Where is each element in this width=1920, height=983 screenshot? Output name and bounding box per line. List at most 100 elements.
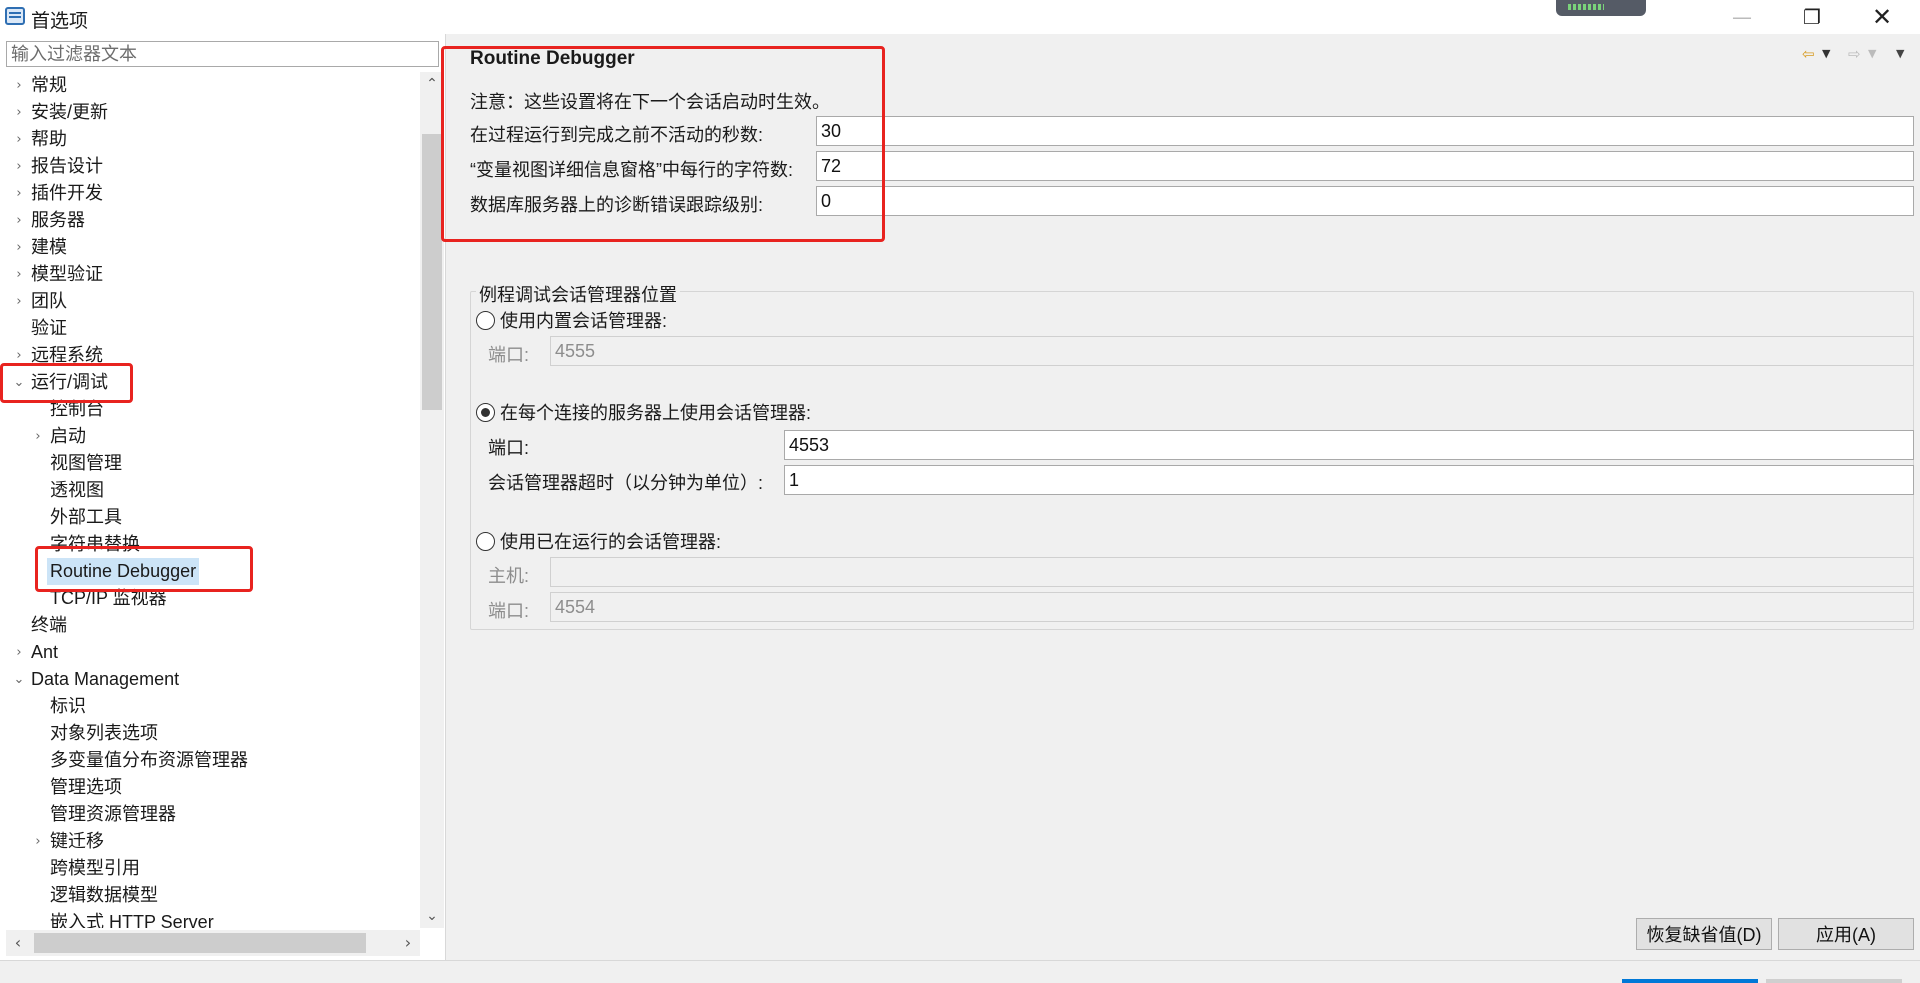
close-button[interactable]: ✕	[1854, 0, 1910, 34]
tree-item-label: 透视图	[50, 480, 104, 500]
trace-level-label: 数据库服务器上的诊断错误跟踪级别:	[470, 195, 763, 215]
scroll-right-icon[interactable]: ›	[396, 930, 420, 956]
tree-item[interactable]: 管理资源管理器	[0, 801, 420, 828]
expand-arrow-icon[interactable]: ›	[12, 639, 26, 666]
tree-item[interactable]: ⌄ Data Management	[0, 666, 420, 693]
tree-item[interactable]: 验证	[0, 315, 420, 342]
running-host-input[interactable]	[550, 557, 1914, 587]
tree-item-label: 常规	[31, 75, 67, 95]
tree-item[interactable]: 外部工具	[0, 504, 420, 531]
expand-arrow-icon[interactable]: ›	[31, 423, 45, 450]
tree-item[interactable]: 标识	[0, 693, 420, 720]
forward-arrow-icon[interactable]: ⇨	[1848, 42, 1861, 66]
tree-vertical-scrollbar[interactable]: ⌃ ⌄	[420, 72, 444, 928]
tree-item[interactable]: 视图管理	[0, 450, 420, 477]
collapse-arrow-icon[interactable]: ⌄	[12, 666, 26, 693]
tree-item[interactable]: 控制台	[0, 396, 420, 423]
trace-level-input[interactable]	[816, 186, 1914, 216]
tree-item[interactable]: › 服务器	[0, 207, 420, 234]
scroll-up-icon[interactable]: ⌃	[420, 72, 444, 96]
builtin-radio[interactable]	[476, 311, 495, 330]
tree-item-label: Data Management	[31, 669, 180, 689]
view-menu-icon[interactable]: ▼	[1896, 42, 1904, 66]
tree-item[interactable]: › 插件开发	[0, 180, 420, 207]
bottom-secondary-button-edge[interactable]	[1766, 979, 1902, 983]
tree-item[interactable]: › 安装/更新	[0, 99, 420, 126]
restart-note: 注意：这些设置将在下一个会话启动时生效。	[470, 92, 830, 112]
bottom-primary-button-edge[interactable]	[1622, 979, 1758, 983]
tree-item[interactable]: › 启动	[0, 423, 420, 450]
tree-item[interactable]: › 帮助	[0, 126, 420, 153]
title-bar: 首选项 — ❐ ✕	[0, 0, 1920, 34]
tree-item[interactable]: 嵌入式 HTTP Server	[0, 909, 420, 928]
session-timeout-input[interactable]	[784, 465, 1914, 495]
tree-item[interactable]: 逻辑数据模型	[0, 882, 420, 909]
tree-item[interactable]: 终端	[0, 612, 420, 639]
restore-defaults-button[interactable]: 恢复缺省值(D)	[1636, 918, 1772, 950]
tree-item-label: 对象列表选项	[50, 723, 158, 743]
window-title: 首选项	[31, 11, 89, 32]
tree-item[interactable]: › 团队	[0, 288, 420, 315]
expand-arrow-icon[interactable]: ›	[12, 207, 26, 234]
expand-arrow-icon[interactable]: ›	[12, 288, 26, 315]
back-arrow-icon[interactable]: ⇦	[1802, 42, 1815, 66]
forward-history-dropdown-icon[interactable]: ▼	[1868, 42, 1876, 66]
builtin-port-input[interactable]	[550, 336, 1914, 366]
tree-item-label: 视图管理	[50, 453, 122, 473]
filter-input[interactable]	[6, 41, 439, 67]
apply-button[interactable]: 应用(A)	[1778, 918, 1914, 950]
expand-arrow-icon[interactable]: ›	[12, 234, 26, 261]
expand-arrow-icon[interactable]: ›	[12, 72, 26, 99]
tree-item[interactable]: 跨模型引用	[0, 855, 420, 882]
horizontal-scroll-thumb[interactable]	[34, 933, 366, 953]
tree-item[interactable]: Routine Debugger	[0, 558, 420, 585]
tree-horizontal-scrollbar[interactable]: ‹ ›	[6, 930, 420, 956]
chars-per-line-input[interactable]	[816, 151, 1914, 181]
tree-item[interactable]: 字符串替换	[0, 531, 420, 558]
preferences-app-icon	[5, 7, 25, 25]
each-server-radio-label: 在每个连接的服务器上使用会话管理器:	[500, 403, 811, 423]
expand-arrow-icon[interactable]: ›	[12, 126, 26, 153]
tree-item-label: TCP/IP 监视器	[50, 588, 167, 608]
tree-item-label: Routine Debugger	[47, 558, 200, 585]
tree-item[interactable]: › 常规	[0, 72, 420, 99]
tree-item[interactable]: › 报告设计	[0, 153, 420, 180]
expand-arrow-icon[interactable]: ›	[12, 342, 26, 369]
tree-item[interactable]: › Ant	[0, 639, 420, 666]
minimize-button[interactable]: —	[1714, 0, 1770, 34]
dialog-button-bar	[0, 960, 1920, 983]
tree-item-label: 安装/更新	[31, 102, 109, 122]
tree-item[interactable]: 管理选项	[0, 774, 420, 801]
tree-item[interactable]: ⌄ 运行/调试	[0, 369, 420, 396]
running-host-label: 主机:	[488, 566, 530, 586]
vertical-scroll-thumb[interactable]	[422, 134, 442, 410]
page-title: Routine Debugger	[470, 48, 635, 69]
each-server-port-input[interactable]	[784, 430, 1914, 460]
restore-button[interactable]: ❐	[1784, 0, 1840, 34]
scroll-left-icon[interactable]: ‹	[6, 930, 30, 956]
running-radio[interactable]	[476, 532, 495, 551]
tree-item[interactable]: TCP/IP 监视器	[0, 585, 420, 612]
each-server-radio[interactable]	[476, 403, 495, 422]
tree-item[interactable]: 多变量值分布资源管理器	[0, 747, 420, 774]
tree-item[interactable]: › 建模	[0, 234, 420, 261]
running-port-label: 端口:	[488, 601, 530, 621]
running-port-input[interactable]	[550, 592, 1914, 622]
expand-arrow-icon[interactable]: ›	[12, 261, 26, 288]
expand-arrow-icon[interactable]: ›	[12, 153, 26, 180]
tree-item-label: 团队	[31, 291, 67, 311]
inactivity-seconds-input[interactable]	[816, 116, 1914, 146]
tree-item[interactable]: › 远程系统	[0, 342, 420, 369]
expand-arrow-icon[interactable]: ›	[12, 99, 26, 126]
tree-item-label: 管理选项	[50, 777, 122, 797]
collapse-arrow-icon[interactable]: ⌄	[12, 369, 26, 396]
expand-arrow-icon[interactable]: ›	[31, 828, 45, 855]
expand-arrow-icon[interactable]: ›	[12, 180, 26, 207]
tree-item-label: 跨模型引用	[50, 858, 140, 878]
back-history-dropdown-icon[interactable]: ▼	[1822, 42, 1830, 66]
tree-item[interactable]: › 键迁移	[0, 828, 420, 855]
scroll-down-icon[interactable]: ⌄	[420, 904, 444, 928]
tree-item[interactable]: › 模型验证	[0, 261, 420, 288]
tree-item[interactable]: 透视图	[0, 477, 420, 504]
tree-item[interactable]: 对象列表选项	[0, 720, 420, 747]
